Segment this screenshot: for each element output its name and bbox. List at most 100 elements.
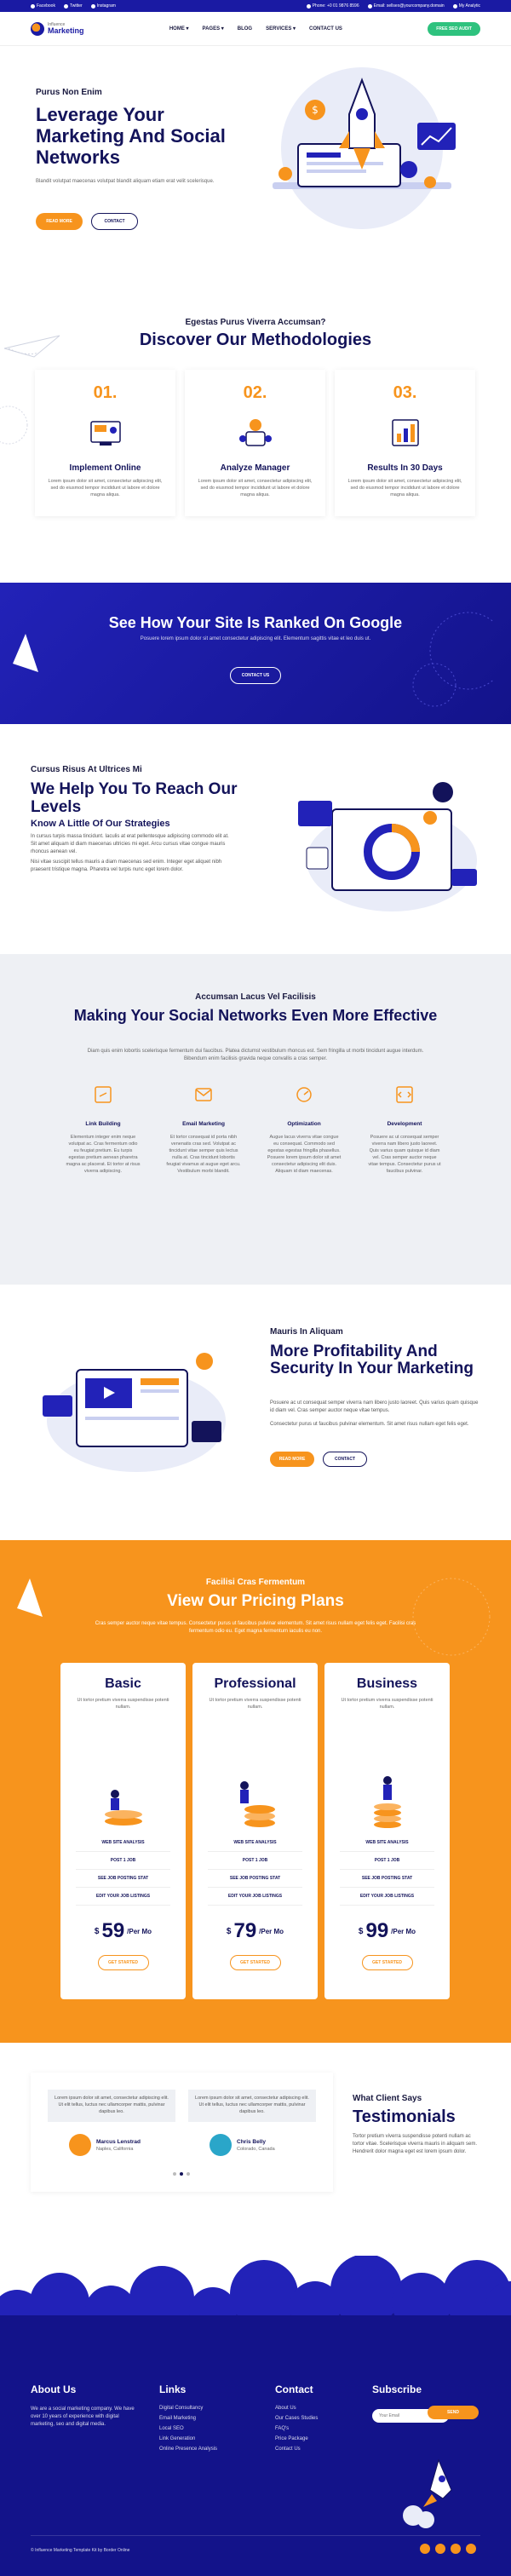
testimonials-text: Tortor pretium viverra suspendisse poten…: [353, 2134, 478, 2154]
footer-link[interactable]: Link Generation: [159, 2436, 217, 2441]
profit-title: More Profitability And Security In Your …: [270, 1343, 474, 1377]
account-link[interactable]: My Analytic: [452, 3, 480, 9]
social-lead: Diam quis enim lobortis scelerisque ferm…: [87, 1049, 424, 1061]
contact-button[interactable]: CONTACT: [91, 213, 138, 230]
carousel-dot[interactable]: [187, 2172, 190, 2176]
profit-kicker: Mauris In Aliquam: [270, 1327, 343, 1337]
get-started-button[interactable]: GET STARTED: [229, 1955, 281, 1970]
price-amount: 79: [233, 1919, 257, 1942]
hero-title: Leverage Your Marketing And Social Netwo…: [36, 104, 226, 168]
methodologies-kicker: Egestas Purus Viverra Accumsan?: [185, 318, 326, 327]
social-title: Making Your Social Networks Even More Ef…: [73, 1007, 438, 1024]
read-more-button[interactable]: READ MORE: [270, 1452, 314, 1467]
menu-item-contact[interactable]: CONTACT US: [309, 26, 342, 32]
price-currency: $: [358, 1926, 364, 1936]
methodology-card: 02. Analyze Manager Lorem ipsum dolor si…: [185, 370, 325, 516]
help-subtitle: Know A Little Of Our Strategies: [31, 819, 170, 829]
free-seo-audit-button[interactable]: FREE SEO AUDIT: [428, 21, 480, 36]
footer-link[interactable]: Online Presence Analysis: [159, 2447, 217, 2452]
plan-feature: SEE JOB POSTING STAT: [340, 1870, 434, 1888]
carousel-dot[interactable]: [173, 2172, 176, 2176]
card-title: Analyze Manager: [220, 463, 290, 473]
get-started-button[interactable]: GET STARTED: [361, 1955, 413, 1970]
rocket-logo-icon: [31, 21, 44, 36]
footer-link[interactable]: Email Marketing: [159, 2416, 217, 2421]
facebook-link[interactable]: Facebook: [31, 3, 55, 9]
get-started-button[interactable]: GET STARTED: [97, 1955, 149, 1970]
footer-heading: About Us: [31, 2383, 77, 2395]
facebook-icon[interactable]: [420, 2544, 430, 2554]
footer-heading: Contact: [275, 2383, 313, 2395]
phone-text: Phone: +0 01 9876 8596: [312, 3, 359, 9]
feature-text: Augue lacus viverra vitae congue eu cons…: [267, 1135, 342, 1174]
contact-us-button[interactable]: CONTACT US: [230, 667, 281, 684]
card-title: Results In 30 Days: [367, 463, 443, 473]
menu-item-pages[interactable]: PAGES ▾: [203, 26, 224, 32]
instagram-icon[interactable]: [451, 2544, 461, 2554]
feature-item: Development Posuere ac ut consequat semp…: [362, 1084, 447, 1175]
methodologies-section: Egestas Purus Viverra Accumsan? Discover…: [0, 250, 511, 583]
testimonial-carousel: Lorem ipsum dolor sit amet, consectetur …: [31, 2073, 333, 2192]
plan-price: $ 99 /Per Mo: [324, 1919, 450, 1943]
instagram-label: Instagram: [96, 3, 116, 9]
pricing-section: Facilisi Cras Fermentum View Our Pricing…: [0, 1540, 511, 2043]
menu-item-services[interactable]: SERVICES ▾: [266, 26, 296, 32]
card-text: Lorem ipsum dolor sit amet, consectetur …: [48, 479, 163, 497]
plan-feature: WEB SITE ANALYSIS: [76, 1834, 170, 1852]
hero-kicker: Purus Non Enim: [36, 88, 102, 97]
twitter-link[interactable]: Twitter: [63, 3, 83, 9]
plan-price: $ 79 /Per Mo: [192, 1919, 318, 1943]
card-number: 02.: [243, 383, 267, 402]
email-info[interactable]: Email: sellsex@yourcompany.domain: [367, 3, 445, 9]
dashed-circle-decoration: [0, 405, 28, 445]
footer-link[interactable]: Price Package: [275, 2436, 318, 2441]
footer-link[interactable]: Our Cases Studies: [275, 2416, 318, 2421]
price-currency: $: [226, 1926, 232, 1936]
plan-feature: EDIT YOUR JOB LISTINGS: [76, 1888, 170, 1906]
feature-title: Link Building: [85, 1121, 121, 1127]
feature-text: Posuere ac ut consequat semper viverra n…: [368, 1135, 441, 1174]
site-logo[interactable]: Influence Marketing: [31, 21, 84, 36]
social-networks-section: Accumsan Lacus Vel Facilisis Making Your…: [0, 954, 511, 1285]
footer-link[interactable]: Contact Us: [275, 2447, 318, 2452]
footer-links: Links Digital Consultancy Email Marketin…: [159, 2383, 217, 2457]
feature-title: Optimization: [287, 1121, 321, 1127]
feature-text: Et tortor consequat id porta nibh venena…: [166, 1135, 241, 1174]
feature-title: Development: [387, 1121, 422, 1127]
menu-item-home[interactable]: HOME ▾: [169, 26, 189, 32]
plan-feature: EDIT YOUR JOB LISTINGS: [340, 1888, 434, 1906]
pricing-card-business: Business Ut tortor pretium viverra suspe…: [324, 1663, 450, 1999]
card-text: Lorem ipsum dolor sit amet, consectetur …: [347, 479, 462, 497]
menu-item-blog[interactable]: BLOG: [238, 26, 252, 32]
read-more-button[interactable]: READ MORE: [36, 213, 83, 230]
facebook-label: Facebook: [37, 3, 55, 9]
twitter-icon[interactable]: [435, 2544, 445, 2554]
link-building-icon: [95, 1086, 112, 1103]
results-icon: [391, 419, 419, 446]
price-amount: 59: [101, 1919, 125, 1942]
feature-title: Email Marketing: [182, 1121, 225, 1127]
youtube-icon[interactable]: [466, 2544, 476, 2554]
google-rank-section: See How Your Site Is Ranked On Google Po…: [0, 583, 511, 724]
hero-text: Blandit volutpat maecenas volutpat bland…: [36, 179, 215, 184]
phone-info: Phone: +0 01 9876 8596: [306, 3, 359, 9]
carousel-dot[interactable]: [180, 2172, 183, 2176]
footer-link[interactable]: Local SEO: [159, 2426, 217, 2431]
optimization-icon: [296, 1087, 312, 1102]
footer: About Us We are a social marketing compa…: [0, 2256, 511, 2576]
footer-link[interactable]: Digital Consultancy: [159, 2406, 217, 2411]
instagram-link[interactable]: Instagram: [90, 3, 116, 9]
subscribe-send-button[interactable]: SEND: [428, 2406, 479, 2419]
plan-feature: POST 1 JOB: [76, 1852, 170, 1870]
contact-button[interactable]: CONTACT: [323, 1452, 367, 1467]
google-rank-title: See How Your Site Is Ranked On Google: [108, 614, 403, 631]
footer-link[interactable]: About Us: [275, 2406, 318, 2411]
main-nav: Influence Marketing HOME ▾ PAGES ▾ BLOG …: [0, 12, 511, 46]
plan-name: Business: [356, 1676, 418, 1691]
plan-price: $ 59 /Per Mo: [60, 1919, 186, 1943]
feature-item: Optimization Augue lacus viverra vitae c…: [261, 1084, 347, 1175]
help-title: We Help You To Reach Our Levels: [31, 780, 238, 816]
footer-link[interactable]: FAQ's: [275, 2426, 318, 2431]
rocket-icon: [403, 2458, 452, 2528]
card-text: Lorem ipsum dolor sit amet, consectetur …: [198, 479, 313, 497]
